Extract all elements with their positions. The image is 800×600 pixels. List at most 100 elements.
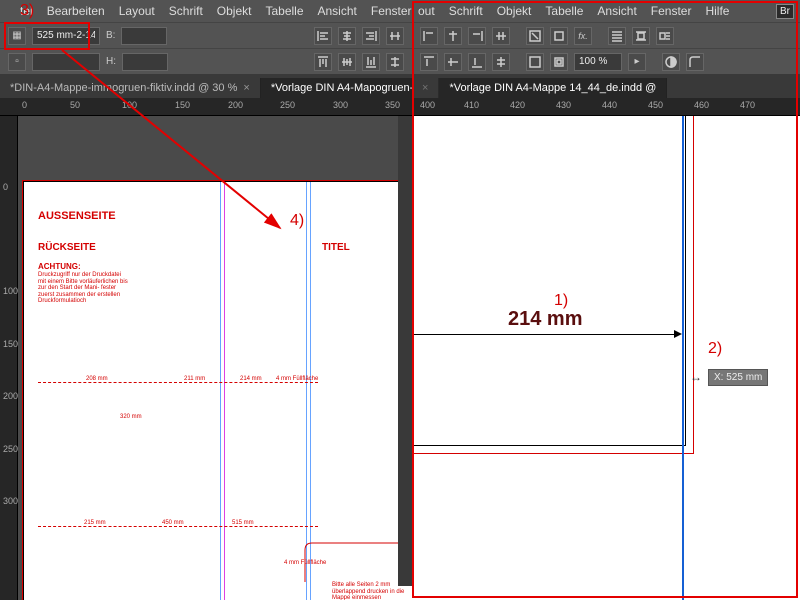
annotation-number: 1) <box>554 292 568 310</box>
menu-item[interactable]: Ansicht <box>597 4 636 18</box>
vcenter-icon[interactable] <box>338 53 356 71</box>
canvas-left[interactable]: 0 100 150 200 250 300 AUSSENSEITE RÜCKS <box>0 116 412 600</box>
vbottom-icon[interactable] <box>362 53 380 71</box>
page-label: AUSSENSEITE <box>38 210 116 222</box>
fit-icon[interactable] <box>550 53 568 71</box>
bleed-frame <box>22 180 25 600</box>
align-center-icon[interactable] <box>338 27 356 45</box>
select-container-icon[interactable] <box>526 27 544 45</box>
annotation-number: 3) <box>20 2 34 20</box>
menu-item[interactable]: Schrift <box>169 4 203 18</box>
menu-item[interactable]: Fenster <box>371 4 412 18</box>
x-position-input[interactable] <box>32 27 100 45</box>
control-bar-row1: ▦ B: <box>0 22 412 48</box>
menu-item[interactable]: Fenster <box>651 4 692 18</box>
align-icon[interactable] <box>444 27 462 45</box>
reference-point-icon[interactable]: ▦ <box>8 27 26 45</box>
guide[interactable] <box>306 182 307 600</box>
select-content-icon[interactable] <box>550 27 568 45</box>
arrowhead-icon <box>674 330 682 338</box>
wrap-icon[interactable] <box>608 27 626 45</box>
height-label: H: <box>106 56 116 67</box>
menu-item[interactable]: Schrift <box>449 4 483 18</box>
control-bar-row2: ▫ H: <box>0 48 412 74</box>
annotation-number: 2) <box>708 340 722 358</box>
fit-icon[interactable] <box>526 53 544 71</box>
valign-icon[interactable] <box>420 53 438 71</box>
width-label: B: <box>106 30 115 41</box>
align-icon[interactable] <box>420 27 438 45</box>
tab-label: *Vorlage DIN A4-Mappe 14_44_de.indd @ <box>449 82 656 94</box>
wrap-icon[interactable] <box>632 27 650 45</box>
menu-item[interactable]: Objekt <box>497 4 532 18</box>
valign-icon[interactable] <box>444 53 462 71</box>
fx-icon[interactable]: fx. <box>574 27 592 45</box>
y-position-input[interactable] <box>32 53 100 71</box>
document-tabs-right: × *Vorlage DIN A4-Mappe 14_44_de.indd @ <box>412 74 800 98</box>
align-left-icon[interactable] <box>314 27 332 45</box>
tab-label: *DIN-A4-Mappe-immogruen-fiktiv.indd @ 30… <box>10 82 237 94</box>
vtop-icon[interactable] <box>314 53 332 71</box>
vdist-icon[interactable] <box>492 53 510 71</box>
document-tab[interactable]: *Vorlage DIN A4-Mapogruen-fiktiv.indd @ … <box>261 78 412 98</box>
wrap-icon[interactable] <box>656 27 674 45</box>
corner-icon[interactable] <box>686 53 704 71</box>
document-tab[interactable]: *DIN-A4-Mappe-immogruen-fiktiv.indd @ 30… <box>0 78 261 98</box>
annotation-number: 4) <box>290 212 304 230</box>
close-icon[interactable]: × <box>422 82 428 94</box>
document-tabs-left: *DIN-A4-Mappe-immogruen-fiktiv.indd @ 30… <box>0 74 412 98</box>
page-label: RÜCKSEITE <box>38 242 96 253</box>
page-label: ACHTUNG: <box>38 262 81 271</box>
page-note: Druckzugriff nur der Druckdatei mit eine… <box>38 272 128 305</box>
menu-item[interactable]: out <box>418 4 435 18</box>
measure-text: 320 mm <box>120 414 142 420</box>
align-icon[interactable] <box>468 27 486 45</box>
selected-guide[interactable] <box>682 116 684 600</box>
close-icon[interactable]: × <box>243 82 249 94</box>
page: AUSSENSEITE RÜCKSEITE ACHTUNG: Druckzugr… <box>24 182 412 600</box>
menu-item[interactable]: Layout <box>119 4 155 18</box>
measure-line <box>412 334 680 335</box>
menu-item[interactable]: Bearbeiten <box>47 4 105 18</box>
flap-outline <box>304 542 412 600</box>
document-tab[interactable]: × <box>412 78 439 98</box>
dist-icon[interactable] <box>492 27 510 45</box>
guide[interactable] <box>310 182 311 600</box>
bleed-frame <box>22 180 412 183</box>
menu-bar-right: out Schrift Objekt Tabelle Ansicht Fenst… <box>412 0 800 22</box>
page-label: TITEL <box>322 242 350 253</box>
control-bar-row1-right: fx. <box>412 22 800 48</box>
bridge-badge[interactable]: Br <box>776 4 794 19</box>
guide[interactable] <box>220 182 221 600</box>
canvas-right[interactable]: 214 mm ↔ X: 525 mm <box>412 116 800 600</box>
zoom-input[interactable] <box>574 53 622 71</box>
dashed-guide <box>38 382 318 383</box>
ref-icon[interactable]: ▫ <box>8 53 26 71</box>
dist-v-icon[interactable] <box>386 53 404 71</box>
play-icon[interactable]: ▸ <box>628 53 646 71</box>
document-tab[interactable]: *Vorlage DIN A4-Mappe 14_44_de.indd @ <box>439 78 667 98</box>
height-input[interactable] <box>122 53 168 71</box>
distribute-icon[interactable] <box>386 27 404 45</box>
control-bar-row2-right: ▸ <box>412 48 800 74</box>
coordinate-tooltip: X: 525 mm <box>708 369 768 386</box>
menu-item[interactable]: Tabelle <box>265 4 303 18</box>
tab-label: *Vorlage DIN A4-Mapogruen-fiktiv.indd @ … <box>271 82 412 94</box>
ruler-vertical[interactable]: 0 100 150 200 250 300 <box>0 116 18 600</box>
opacity-icon[interactable] <box>662 53 680 71</box>
menu-item[interactable]: Tabelle <box>545 4 583 18</box>
menu-item[interactable]: Objekt <box>217 4 252 18</box>
guide[interactable] <box>224 182 225 600</box>
ruler-horizontal[interactable]: 0 50 100 150 200 250 300 350 <box>0 98 412 116</box>
width-input[interactable] <box>121 27 167 45</box>
menu-item[interactable]: Hilfe <box>705 4 729 18</box>
measure-value: 214 mm <box>508 308 583 331</box>
dashed-guide <box>38 526 318 527</box>
ruler-horizontal-right[interactable]: 400 410 420 430 440 450 460 470 <box>412 98 800 116</box>
bleed-bound <box>412 116 694 454</box>
valign-icon[interactable] <box>468 53 486 71</box>
menu-item[interactable]: Ansicht <box>318 4 357 18</box>
menu-bar-left: tei Bearbeiten Layout Schrift Objekt Tab… <box>0 0 412 22</box>
align-right-icon[interactable] <box>362 27 380 45</box>
scrollbar-vertical[interactable] <box>398 116 412 586</box>
